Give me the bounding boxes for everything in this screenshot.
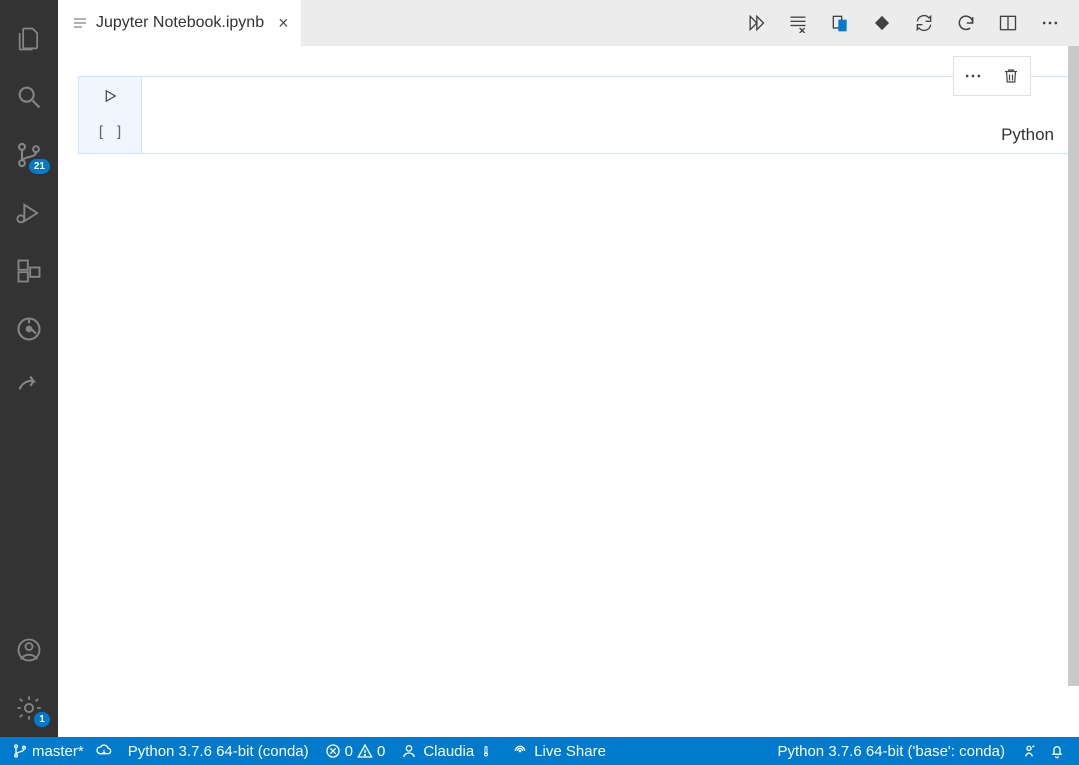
cell: [ ] Python [78,76,1071,154]
source-control-tab[interactable]: 21 [0,126,58,184]
broadcast-icon [512,743,528,759]
diamond-icon [872,13,892,33]
run-all-button[interactable] [741,8,771,38]
run-all-icon [746,13,766,33]
cloud-sync-icon [96,743,112,759]
status-problems[interactable]: 0 0 [321,737,390,765]
settings-tab[interactable]: 1 [0,679,58,737]
editor-column: Jupyter Notebook.ipynb × [58,0,1079,737]
editor-actions [741,0,1079,46]
status-feedback[interactable] [1017,737,1041,765]
cell-gutter: [ ] [79,77,141,153]
interpreter-text: Python 3.7.6 64-bit (conda) [128,743,309,760]
save-button[interactable] [867,8,897,38]
restart-kernel-button[interactable] [909,8,939,38]
arrow-share-icon [15,373,43,401]
bell-icon [1049,743,1065,759]
clear-outputs-button[interactable] [783,8,813,38]
accounts-tab[interactable] [0,621,58,679]
variables-button[interactable] [825,8,855,38]
gitlens-tab[interactable] [0,300,58,358]
cell-language-label[interactable]: Python [1001,125,1054,145]
cell-more-button[interactable] [954,57,992,95]
person-icon [401,743,417,759]
share-tab[interactable] [0,358,58,416]
extensions-icon [15,257,43,285]
clear-output-icon [788,13,808,33]
status-interpreter[interactable]: Python 3.7.6 64-bit (conda) [120,737,317,765]
search-icon [15,83,43,111]
explorer-tab[interactable] [0,10,58,68]
execution-count: [ ] [96,123,123,141]
tab-bar: Jupyter Notebook.ipynb × [58,0,1079,46]
play-bug-icon [15,199,43,227]
notebook-body: [ ] Python [58,46,1079,737]
undo-icon [956,13,976,33]
undo-button[interactable] [951,8,981,38]
source-control-badge: 21 [29,159,50,174]
trash-icon [1002,67,1020,85]
ellipsis-icon [1040,13,1060,33]
thermometer-icon [480,743,492,759]
status-notifications[interactable] [1045,737,1069,765]
run-cell-button[interactable] [101,87,119,108]
main-area: 21 [0,0,1079,737]
run-debug-tab[interactable] [0,184,58,242]
error-count: 0 [345,743,353,760]
branch-name: master* [32,743,84,760]
more-actions-button[interactable] [1035,8,1065,38]
warning-icon [357,743,373,759]
tab-notebook[interactable]: Jupyter Notebook.ipynb × [58,0,302,46]
warning-count: 0 [377,743,385,760]
error-icon [325,743,341,759]
ellipsis-icon [963,66,983,86]
cell-editor[interactable]: Python [141,77,1070,153]
kernel-text: Python 3.7.6 64-bit ('base': conda) [777,743,1005,760]
feedback-icon [1021,743,1037,759]
user-name: Claudia [423,743,474,760]
status-sync[interactable] [92,737,116,765]
scrollbar-vertical[interactable] [1068,46,1079,686]
status-bar: master* Python 3.7.6 64-bit (conda) 0 0 … [0,737,1079,765]
sync-icon [914,13,934,33]
search-tab[interactable] [0,68,58,126]
variables-icon [830,13,850,33]
files-icon [15,25,43,53]
split-editor-button[interactable] [993,8,1023,38]
activity-bar: 21 [0,0,58,737]
play-icon [101,87,119,105]
cell-row[interactable]: [ ] Python [78,76,1071,154]
cell-toolbar [953,56,1031,96]
cell-delete-button[interactable] [992,57,1030,95]
tab-title: Jupyter Notebook.ipynb [96,14,264,32]
settings-badge: 1 [34,712,50,727]
gitlens-icon [15,315,43,343]
split-icon [998,13,1018,33]
notebook-file-icon [72,15,88,31]
account-icon [15,636,43,664]
status-liveshare[interactable]: Live Share [504,737,614,765]
tab-close-button[interactable]: × [278,14,289,32]
extensions-tab[interactable] [0,242,58,300]
git-branch-icon [12,743,28,759]
status-kernel[interactable]: Python 3.7.6 64-bit ('base': conda) [769,737,1013,765]
status-branch[interactable]: master* [8,737,88,765]
liveshare-text: Live Share [534,743,606,760]
status-liveshare-user[interactable]: Claudia [393,737,500,765]
